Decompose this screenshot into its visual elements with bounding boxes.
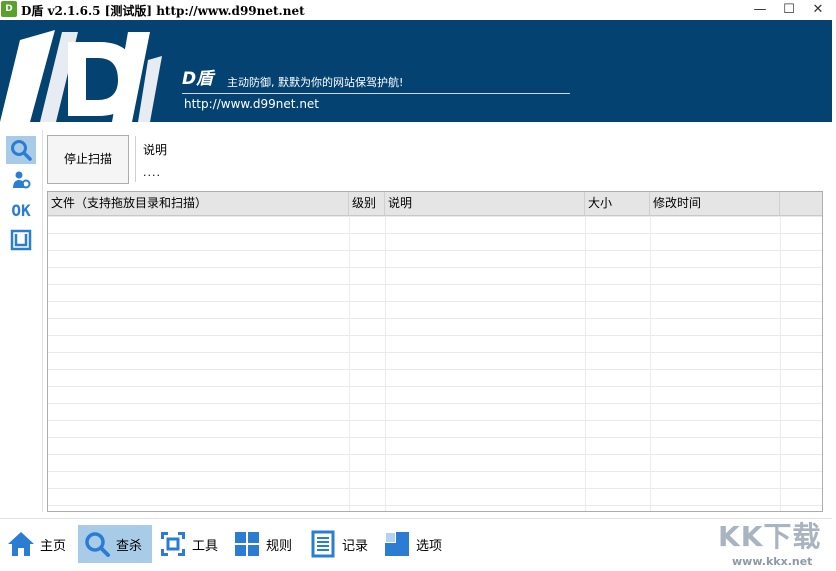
watermark-text: KK下载 <box>718 520 822 553</box>
left-toolbar: OK <box>6 136 40 256</box>
table-header: 文件（支持拖放目录和扫描） 级别 说明 大小 修改时间 <box>48 192 822 216</box>
bottom-nav: 主页 查杀 工具 规则 记录 选项 <box>0 524 836 564</box>
column-divider <box>585 216 586 511</box>
column-header-size[interactable]: 大小 <box>585 192 650 215</box>
description-label: 说明 <box>143 143 168 157</box>
ok-icon: OK <box>11 200 31 220</box>
nav-rules[interactable]: 规则 <box>232 525 298 563</box>
left-tool-scan[interactable] <box>6 136 36 164</box>
column-divider <box>650 216 651 511</box>
nav-tools-label: 工具 <box>192 538 219 554</box>
minimize-button[interactable]: — <box>746 0 774 20</box>
column-header-spacer <box>780 192 822 215</box>
nav-options-label: 选项 <box>416 538 443 554</box>
table-body <box>48 216 822 511</box>
search-icon <box>82 529 112 559</box>
options-icon <box>382 529 412 559</box>
left-tool-process[interactable] <box>6 166 36 194</box>
nav-tools[interactable]: 工具 <box>158 525 224 563</box>
nav-rules-label: 规则 <box>266 538 293 554</box>
scan-results-table[interactable]: 文件（支持拖放目录和扫描） 级别 说明 大小 修改时间 <box>47 191 823 512</box>
stop-scan-button[interactable]: 停止扫描 <box>47 135 129 184</box>
log-icon <box>308 529 338 559</box>
column-header-modified[interactable]: 修改时间 <box>650 192 780 215</box>
nav-log[interactable]: 记录 <box>308 525 374 563</box>
left-tool-ok[interactable]: OK <box>6 196 36 224</box>
close-button[interactable]: ✕ <box>804 0 832 20</box>
banner-url[interactable]: http://www.d99net.net <box>184 97 319 111</box>
bottom-separator <box>0 518 832 519</box>
home-icon <box>6 529 36 559</box>
kkx-watermark: KK下载 www.kkx.net <box>718 515 834 569</box>
banner-brand: D盾 <box>182 69 214 89</box>
maximize-button[interactable]: ☐ <box>775 0 803 20</box>
nav-home-label: 主页 <box>40 538 67 554</box>
left-tool-frame[interactable] <box>6 226 36 254</box>
control-separator <box>135 136 136 182</box>
window-title: D盾 v2.1.6.5 [测试版] http://www.d99net.net <box>21 4 305 18</box>
banner-slogan: 主动防御, 默默为你的网站保驾护航! <box>227 76 404 89</box>
description-value: .... <box>143 166 161 179</box>
nav-scan-label: 查杀 <box>116 538 143 554</box>
frame-icon <box>10 229 32 251</box>
nav-log-label: 记录 <box>342 538 369 554</box>
column-divider <box>385 216 386 511</box>
column-header-file[interactable]: 文件（支持拖放目录和扫描） <box>48 192 349 215</box>
column-header-description[interactable]: 说明 <box>385 192 585 215</box>
tools-icon <box>158 529 188 559</box>
user-process-icon <box>13 171 31 189</box>
nav-scan[interactable]: 查杀 <box>78 525 152 563</box>
banner: D盾 主动防御, 默默为你的网站保驾护航! http://www.d99net.… <box>0 20 832 122</box>
search-icon <box>11 140 32 161</box>
rules-icon <box>232 529 262 559</box>
column-header-level[interactable]: 级别 <box>349 192 385 215</box>
app-icon: D盾 <box>1 1 17 30</box>
left-separator <box>42 130 43 512</box>
column-divider <box>349 216 350 511</box>
nav-home[interactable]: 主页 <box>6 525 72 563</box>
watermark-url: www.kkx.net <box>732 555 813 568</box>
nav-options[interactable]: 选项 <box>382 525 448 563</box>
column-divider <box>780 216 781 511</box>
d-shield-logo-icon <box>0 30 162 122</box>
title-bar: D盾 D盾 v2.1.6.5 [测试版] http://www.d99net.n… <box>0 0 836 30</box>
banner-divider <box>182 93 570 94</box>
